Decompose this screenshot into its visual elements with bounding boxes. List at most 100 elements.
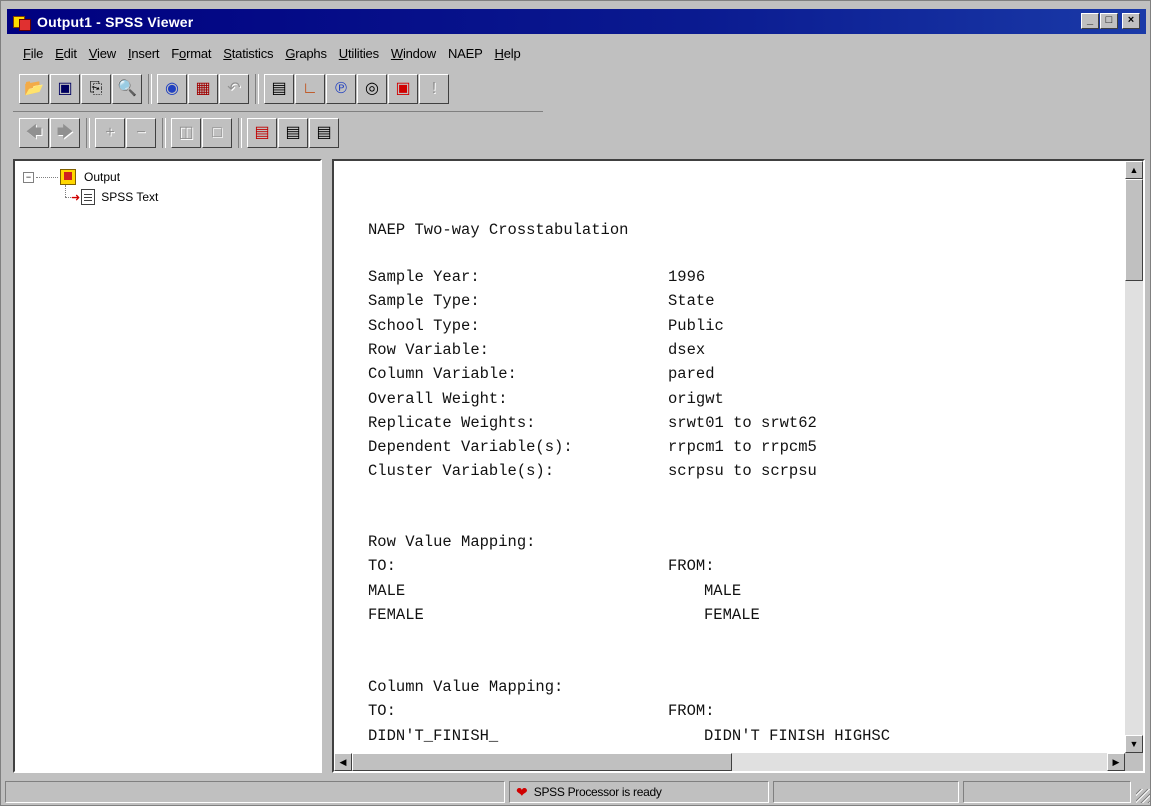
- demote-icon: 🡆: [56, 124, 74, 141]
- title-bar[interactable]: Output1 - SPSS Viewer _ □ ×: [7, 9, 1146, 34]
- param-value: 1996: [668, 268, 706, 286]
- spss-app-icon[interactable]: [13, 14, 31, 31]
- row-mapping-to: FEMALE: [368, 605, 424, 624]
- minimize-button[interactable]: _: [1081, 13, 1099, 29]
- param-label: Sample Type:: [368, 292, 480, 311]
- open-button[interactable]: 📂: [19, 74, 49, 104]
- close-button[interactable]: ×: [1122, 13, 1140, 29]
- show-icon: ◫: [178, 124, 194, 141]
- row-mapping-to: MALE: [368, 581, 406, 600]
- collapse-button[interactable]: −: [126, 118, 156, 148]
- param-value: srwt01 to srwt62: [668, 413, 817, 432]
- param-label: Replicate Weights:: [368, 413, 536, 432]
- outline-toolbar: 🡄 🡆 + − ◫ □ ▤ ▤ ▤: [19, 118, 340, 148]
- insert-title-button[interactable]: ▤: [278, 118, 308, 148]
- variables-icon: ▤: [271, 80, 287, 97]
- status-cell-3: [963, 781, 1131, 803]
- outline-pane[interactable]: − Output ➜ SPSS Text: [13, 159, 322, 773]
- status-bar: ❤ SPSS Processor is ready: [1, 779, 1151, 805]
- tree-node-spss-text[interactable]: ➜ SPSS Text: [71, 189, 158, 205]
- content-pane[interactable]: NAEP Two-way Crosstabulation Sample Year:…: [332, 159, 1145, 773]
- insert-text-icon: ▤: [316, 124, 332, 141]
- variable-info-icon: ℗: [335, 80, 347, 97]
- param-label: Sample Year:: [368, 268, 480, 286]
- tree-label-output[interactable]: Output: [84, 170, 120, 184]
- menu-window[interactable]: Window: [385, 46, 442, 61]
- menu-edit[interactable]: Edit: [49, 46, 83, 61]
- undo-button[interactable]: ↶: [219, 74, 249, 104]
- insert-heading-button[interactable]: ▤: [247, 118, 277, 148]
- main-toolbar: 📂 ▣ ⎘ 🔍 ◉ ▦ ↶ ▤ ∟ ℗ ◎ ▣ !: [19, 74, 450, 104]
- scroll-left-button[interactable]: ◀: [334, 753, 352, 771]
- menu-graphs[interactable]: Graphs: [279, 46, 332, 61]
- menu-bar: File Edit View Insert Format Statistics Graphs…: [17, 41, 527, 65]
- export-icon: ◉: [165, 80, 179, 97]
- tree-node-output[interactable]: − Output: [23, 169, 120, 185]
- menu-utilities[interactable]: Utilities: [333, 46, 385, 61]
- expand-icon: +: [105, 124, 115, 141]
- status-cell-2: [773, 781, 959, 803]
- expand-button[interactable]: +: [95, 118, 125, 148]
- status-cell-processor: ❤ SPSS Processor is ready: [509, 781, 769, 803]
- row-mapping-title: Row Value Mapping:: [368, 533, 536, 551]
- row-mapping-from: MALE: [704, 581, 742, 600]
- menu-insert[interactable]: Insert: [122, 46, 165, 61]
- print-button[interactable]: ⎘: [81, 74, 111, 104]
- insert-title-icon: ▤: [285, 124, 301, 141]
- undo-icon: ↶: [227, 80, 241, 97]
- param-value: scrpsu to scrpsu: [668, 462, 817, 481]
- text-document-icon: [81, 189, 96, 205]
- scroll-down-button[interactable]: ▼: [1125, 735, 1143, 753]
- promote-icon: 🡄: [25, 124, 43, 141]
- menu-help[interactable]: Help: [489, 46, 527, 61]
- scroll-right-button[interactable]: ▶: [1107, 753, 1125, 771]
- print-icon: ⎘: [89, 80, 103, 97]
- select-last-output-button[interactable]: ▣: [388, 74, 418, 104]
- menu-statistics[interactable]: Statistics: [217, 46, 279, 61]
- maximize-button[interactable]: □: [1100, 13, 1118, 29]
- hide-button[interactable]: □: [202, 118, 232, 148]
- variables-button[interactable]: ▤: [264, 74, 294, 104]
- insert-text-button[interactable]: ▤: [309, 118, 339, 148]
- demote-button[interactable]: 🡆: [50, 118, 80, 148]
- vertical-scrollbar[interactable]: ▲ ▼: [1125, 161, 1143, 753]
- export-button[interactable]: ◉: [157, 74, 187, 104]
- param-value: dsex: [668, 340, 706, 359]
- save-button[interactable]: ▣: [50, 74, 80, 104]
- promote-button[interactable]: 🡄: [19, 118, 49, 148]
- param-label: Row Variable:: [368, 340, 489, 359]
- processor-status-icon: ❤: [516, 783, 528, 800]
- current-item-arrow-icon: ➜: [71, 191, 81, 204]
- horizontal-scroll-thumb[interactable]: [352, 753, 732, 771]
- window-title: Output1 - SPSS Viewer: [37, 13, 194, 30]
- column-mapping-to: DIDN'T_FINISH_: [368, 726, 499, 745]
- column-mapping-from-header: FROM:: [668, 702, 715, 721]
- resize-grip-icon[interactable]: [1136, 789, 1150, 803]
- param-label: School Type:: [368, 316, 480, 335]
- output-heading: NAEP Two-way Crosstabulation: [368, 221, 629, 239]
- menu-view[interactable]: View: [83, 46, 122, 61]
- collapse-expander[interactable]: −: [23, 171, 34, 183]
- horizontal-scrollbar[interactable]: ◀ ▶: [334, 753, 1125, 771]
- tree-label-spss-text[interactable]: SPSS Text: [101, 190, 158, 204]
- menu-naep[interactable]: NAEP: [442, 46, 489, 61]
- menu-file[interactable]: File: [17, 46, 49, 61]
- column-mapping-from: DIDN'T FINISH HIGHSC: [704, 726, 891, 745]
- use-sets-button[interactable]: ◎: [357, 74, 387, 104]
- goto-data-button[interactable]: ▦: [188, 74, 218, 104]
- designate-window-button[interactable]: !: [419, 74, 449, 104]
- menu-format[interactable]: Format: [165, 46, 217, 61]
- param-label: Overall Weight:: [368, 389, 508, 408]
- param-label: Dependent Variable(s):: [368, 438, 573, 457]
- variable-info-button[interactable]: ℗: [326, 74, 356, 104]
- goto-chart-button[interactable]: ∟: [295, 74, 325, 104]
- param-value: pared: [668, 365, 715, 384]
- show-button[interactable]: ◫: [171, 118, 201, 148]
- column-mapping-title: Column Value Mapping:: [368, 678, 564, 696]
- scroll-up-button[interactable]: ▲: [1125, 161, 1143, 179]
- param-label: Cluster Variable(s):: [368, 462, 555, 481]
- vertical-scroll-thumb[interactable]: [1125, 179, 1143, 281]
- print-preview-button[interactable]: 🔍: [112, 74, 142, 104]
- spss-viewer-window: Output1 - SPSS Viewer _ □ × File Edit View…: [0, 0, 1151, 806]
- goto-data-icon: ▦: [195, 80, 211, 97]
